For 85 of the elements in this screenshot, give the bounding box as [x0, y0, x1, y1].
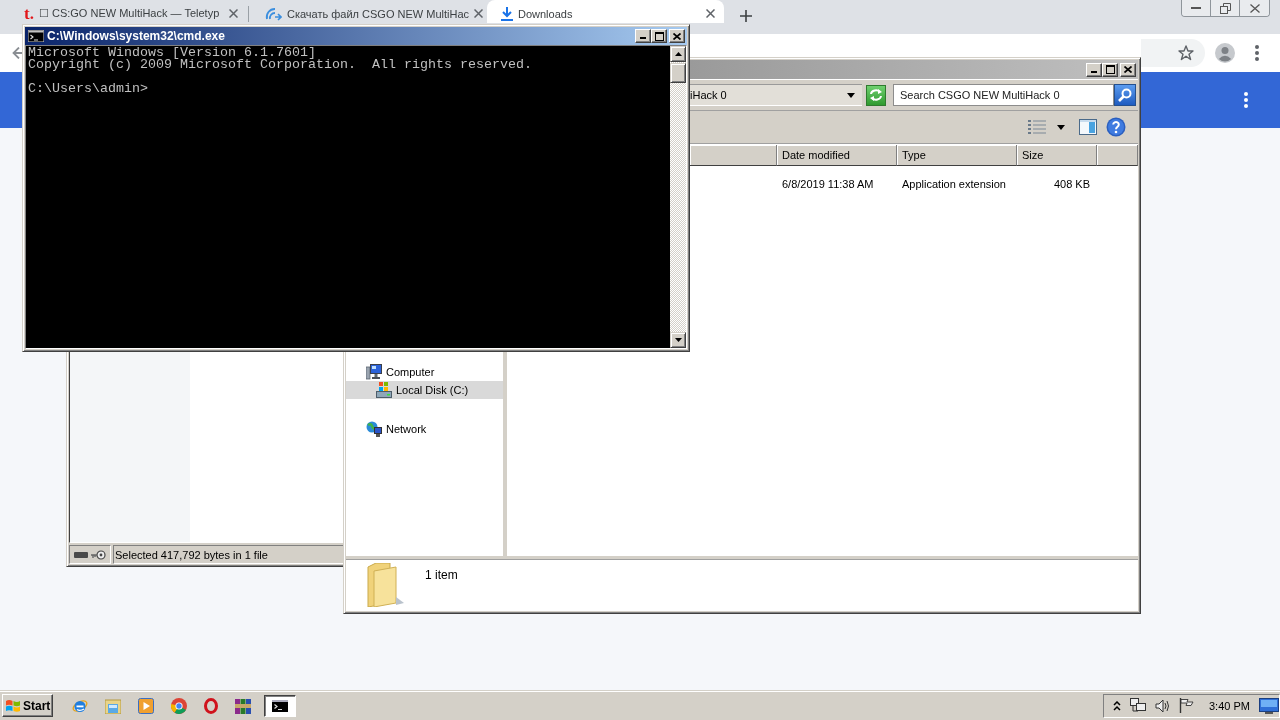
menu-icon[interactable] [1255, 45, 1259, 61]
refresh-icon [869, 89, 883, 101]
caret-icon[interactable] [847, 92, 855, 98]
address-field[interactable]: iHack 0 [689, 84, 862, 106]
star-icon[interactable] [1178, 45, 1194, 61]
maximize-icon [1105, 65, 1115, 74]
column-header[interactable] [690, 145, 777, 166]
nav-item[interactable]: Computer [346, 363, 503, 381]
search-icon [1118, 88, 1132, 102]
key-icon [91, 549, 106, 560]
maximize-button[interactable] [651, 29, 667, 43]
view-list-icon[interactable] [1028, 120, 1046, 134]
help-icon[interactable] [1106, 117, 1126, 137]
maximize-button[interactable] [1102, 62, 1118, 77]
refresh-button[interactable] [866, 84, 886, 106]
tab-favicon: t. [24, 5, 34, 22]
column-header[interactable]: Size [1017, 145, 1097, 166]
terminal-icon [28, 30, 44, 42]
ring-icon[interactable] [204, 697, 218, 714]
plus-icon[interactable] [740, 10, 752, 22]
chevron-up-icon[interactable] [1113, 700, 1121, 711]
show-desktop-icon[interactable] [1258, 697, 1279, 714]
window-title: C:\Windows\system32\cmd.exe [47, 29, 225, 43]
caret-icon[interactable] [1057, 124, 1065, 130]
close-icon [1124, 66, 1132, 73]
restore-button[interactable] [1211, 0, 1240, 16]
avatar-icon[interactable] [1215, 43, 1235, 63]
folder-icon [366, 563, 404, 607]
download-icon [501, 6, 513, 21]
nav-item[interactable]: Network [346, 420, 503, 438]
scrollbar-track[interactable] [670, 46, 686, 348]
scrollbar-thumb[interactable] [670, 63, 686, 83]
console-line: Microsoft Windows [Version 6.1.7601] [28, 47, 316, 59]
scroll-down-button[interactable] [670, 332, 686, 348]
start-button[interactable]: Start [2, 694, 53, 717]
close-icon[interactable] [229, 9, 238, 18]
column-header[interactable]: Type [897, 145, 1017, 166]
flag-icon[interactable] [1179, 698, 1194, 713]
taskbar-button[interactable] [264, 694, 296, 717]
down-arrow-icon [674, 338, 682, 342]
minimize-icon [1191, 7, 1201, 9]
close-button[interactable] [669, 29, 685, 43]
search-button[interactable] [1114, 84, 1136, 106]
scroll-up-button[interactable] [670, 46, 686, 62]
nav-item[interactable]: Local Disk (C:) [346, 381, 503, 399]
table-cell-text: 408 KB [1052, 178, 1091, 190]
minimize-icon [640, 37, 646, 39]
close-icon[interactable] [706, 9, 715, 18]
back-arrow-icon[interactable] [12, 47, 22, 59]
play-icon[interactable] [138, 697, 154, 714]
drive-icon [376, 382, 392, 398]
restore-icon [1219, 2, 1231, 14]
browser-tab[interactable]: Скачать файл CSGO NEW MultiHac [250, 0, 487, 23]
address-bar[interactable] [1141, 39, 1205, 67]
network-icon[interactable] [1130, 698, 1146, 713]
speaker-icon[interactable] [1155, 698, 1170, 713]
table-cell-text: 6/8/2019 11:38 AM [781, 178, 875, 190]
search-field[interactable]: Search CSGO NEW MultiHack 0 [893, 84, 1114, 106]
console-line: Copyright (c) 2009 Microsoft Corporation. All rights reserved. [28, 59, 533, 71]
drive-icon [74, 551, 88, 558]
browser-tab[interactable]: t. ☐ CS:GO NEW MultiHack — Teletyp [10, 0, 247, 23]
preview-pane-icon[interactable] [1079, 119, 1097, 135]
maximize-icon [654, 31, 664, 41]
up-arrow-icon [674, 52, 682, 56]
network-icon [366, 421, 382, 437]
column-header[interactable]: Date modified [777, 145, 897, 166]
table-cell-text: Application extension [901, 178, 1007, 190]
browser-icon[interactable] [72, 697, 88, 714]
flag-icon [5, 698, 21, 713]
arcs-icon [264, 5, 282, 22]
close-icon [673, 32, 681, 40]
column-header [1097, 145, 1138, 166]
clock[interactable]: 3:40 PM [1209, 699, 1250, 712]
close-icon [1249, 3, 1260, 13]
computer-icon [366, 364, 382, 380]
console-prompt: C:\Users\admin> [28, 83, 149, 95]
close-icon[interactable] [474, 9, 484, 18]
close-button[interactable] [1120, 62, 1136, 77]
item-count: 1 item [425, 568, 458, 582]
books-icon[interactable] [235, 697, 251, 714]
minimize-button[interactable] [1182, 0, 1211, 16]
browser-tab[interactable]: Downloads [487, 0, 724, 23]
terminal-icon [272, 699, 288, 712]
menu-icon[interactable] [1244, 92, 1248, 108]
circle-logo-icon[interactable] [171, 697, 187, 714]
